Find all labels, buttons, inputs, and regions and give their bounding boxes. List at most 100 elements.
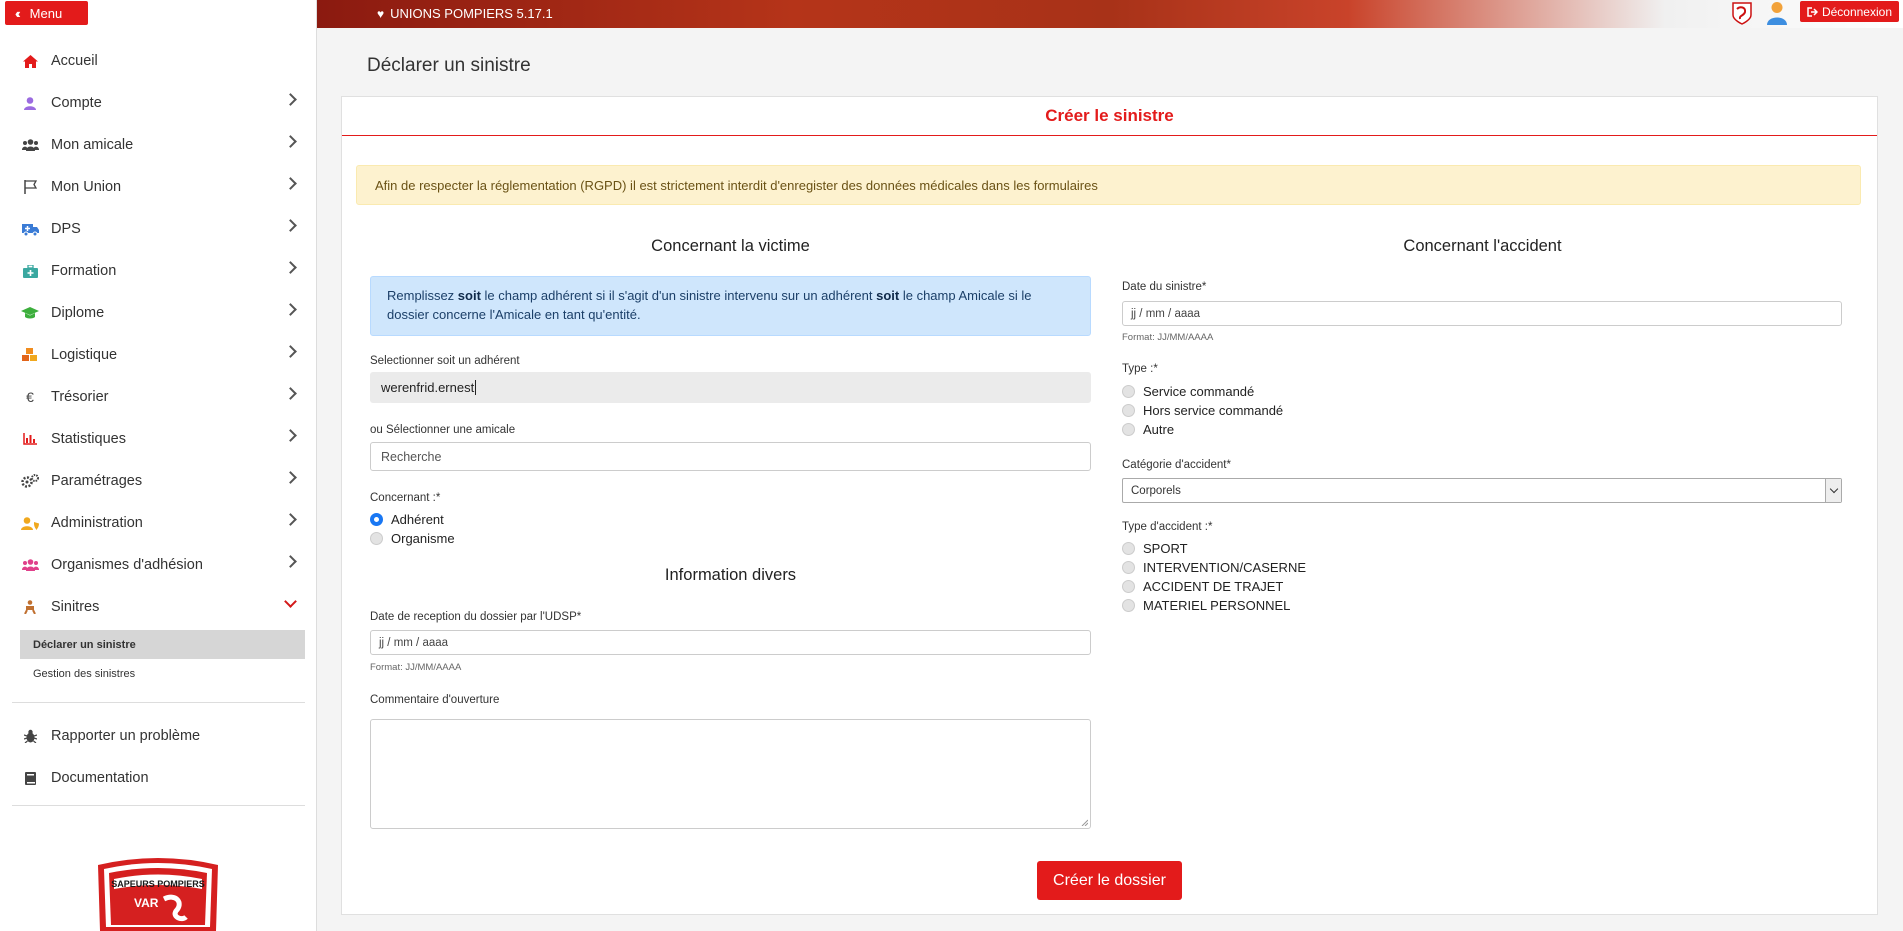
type-accident-radio-trajet[interactable]: ACCIDENT DE TRAJET: [1122, 577, 1283, 595]
sidebar-item-parametrages[interactable]: Paramétrages: [0, 460, 316, 502]
victim-section-title: Concernant la victime: [651, 237, 810, 255]
reception-date-input[interactable]: jj / mm / aaaa: [370, 630, 1091, 655]
create-dossier-button[interactable]: Créer le dossier: [1037, 861, 1182, 900]
bar-chart-icon: [21, 431, 39, 447]
radio-button[interactable]: [370, 512, 383, 526]
type-accident-radio-intervention[interactable]: INTERVENTION/CASERNE: [1122, 558, 1306, 576]
svg-text:VAR: VAR: [134, 896, 159, 910]
user-shield-icon: [21, 515, 39, 531]
sidebar-item-label: Paramétrages: [51, 473, 143, 489]
app-title: UNIONS POMPIERS 5.17.1: [390, 6, 553, 21]
flag-icon: [21, 179, 39, 195]
reception-date-hint: Format: JJ/MM/AAAA: [370, 662, 462, 673]
sidebar-item-accueil[interactable]: Accueil: [0, 40, 316, 82]
sign-out-icon: [1807, 6, 1818, 17]
info-emphasis: soit: [457, 288, 481, 303]
svg-text:SAPEURS POMPIERS: SAPEURS POMPIERS: [111, 879, 205, 889]
sidebar-item-tresorier[interactable]: € Trésorier: [0, 376, 316, 418]
type-radio-service-commande[interactable]: Service commandé: [1122, 382, 1254, 400]
sapeurs-pompiers-var-logo: SAPEURS POMPIERS VAR: [92, 855, 224, 931]
radio-button[interactable]: [1122, 598, 1135, 612]
sidebar-item-rapporter-probleme[interactable]: Rapporter un problème: [0, 715, 316, 757]
concernant-radio-organisme[interactable]: Organisme: [370, 529, 455, 547]
radio-label: Autre: [1143, 421, 1175, 437]
commentaire-label: Commentaire d'ouverture: [370, 694, 500, 706]
chevron-down-icon: [284, 595, 297, 608]
radio-label: Adhérent: [391, 511, 444, 527]
sidebar-item-logistique[interactable]: Logistique: [0, 334, 316, 376]
categorie-selected-value: Corporels: [1131, 484, 1181, 497]
radio-button[interactable]: [1122, 384, 1135, 398]
chevron-right-icon: [284, 261, 297, 274]
radio-label: SPORT: [1143, 540, 1188, 556]
sidebar-item-compte[interactable]: Compte: [0, 82, 316, 124]
sidebar-divider: [12, 702, 305, 703]
sidebar-item-label: Rapporter un problème: [51, 728, 201, 744]
adherent-value: werenfrid.ernest: [381, 380, 475, 395]
radio-button[interactable]: [1122, 422, 1135, 436]
resize-handle-icon[interactable]: [1080, 818, 1088, 826]
sidebar-subitem-gestion-sinistres[interactable]: Gestion des sinistres: [20, 659, 305, 688]
home-icon: [21, 53, 39, 69]
info-text: Remplissez: [387, 288, 458, 303]
adherent-input[interactable]: werenfrid.ernest: [370, 372, 1091, 403]
concernant-radio-adherent[interactable]: Adhérent: [370, 510, 444, 528]
sidebar-item-mon-amicale[interactable]: Mon amicale: [0, 124, 316, 166]
radio-button[interactable]: [1122, 403, 1135, 417]
concernant-label: Concernant :*: [370, 492, 441, 504]
sidebar-item-label: Mon amicale: [51, 137, 134, 153]
menu-toggle-button[interactable]: ‹‹ Menu: [5, 1, 88, 25]
ambulance-icon: [21, 221, 39, 237]
accident-section-title: Concernant l'accident: [1403, 237, 1562, 255]
sidebar-item-label: DPS: [51, 221, 81, 237]
chevron-right-icon: [284, 429, 297, 442]
rgpd-warning-alert: Afin de respecter la réglementation (RGP…: [356, 165, 1861, 205]
date-sinistre-input[interactable]: jj / mm / aaaa: [1122, 301, 1842, 326]
type-label: Type :*: [1122, 363, 1158, 375]
book-icon: [21, 770, 39, 786]
amicale-search-input[interactable]: Recherche: [370, 442, 1091, 471]
sidebar-item-sinitres[interactable]: Sinitres: [0, 586, 316, 628]
sidebar-item-organismes[interactable]: Organismes d'adhésion: [0, 544, 316, 586]
euro-icon: €: [26, 389, 34, 405]
chevron-down-icon[interactable]: [1825, 479, 1841, 502]
card-header: Créer le sinistre: [342, 97, 1877, 136]
radio-button[interactable]: [1122, 560, 1135, 574]
radio-label: MATERIEL PERSONNEL: [1143, 597, 1291, 613]
radio-label: INTERVENTION/CASERNE: [1143, 559, 1307, 575]
type-radio-autre[interactable]: Autre: [1122, 420, 1174, 438]
radio-button[interactable]: [1122, 541, 1135, 555]
categorie-label: Catégorie d'accident*: [1122, 459, 1231, 471]
sidebar-subitem-declarer-sinistre[interactable]: Déclarer un sinistre: [20, 630, 305, 659]
categorie-select[interactable]: Corporels: [1122, 478, 1842, 503]
sidebar-nav: Accueil Compte Mon amicale Mon Union DPS…: [0, 40, 316, 806]
chevron-right-icon: [284, 513, 297, 526]
bug-icon: [21, 728, 39, 744]
commentaire-textarea[interactable]: [370, 719, 1091, 829]
sidebar-item-documentation[interactable]: Documentation: [0, 757, 316, 799]
chevron-right-icon: [284, 387, 297, 400]
type-radio-hors-service[interactable]: Hors service commandé: [1122, 401, 1283, 419]
chevron-right-icon: [284, 303, 297, 316]
sidebar-divider: [12, 805, 305, 806]
chevron-right-icon: [284, 555, 297, 568]
sidebar-item-label: Diplome: [51, 305, 105, 321]
logout-button[interactable]: Déconnexion: [1799, 1, 1899, 22]
sidebar-item-label: Accueil: [51, 53, 98, 69]
sidebar-item-administration[interactable]: Administration: [0, 502, 316, 544]
type-accident-radio-materiel[interactable]: MATERIEL PERSONNEL: [1122, 596, 1290, 614]
radio-button[interactable]: [370, 531, 383, 545]
page-title: Déclarer un sinistre: [367, 55, 531, 76]
radio-button[interactable]: [1122, 579, 1135, 593]
sidebar-item-label: Logistique: [51, 347, 118, 363]
sidebar-item-diplome[interactable]: Diplome: [0, 292, 316, 334]
user-avatar-icon[interactable]: [1766, 1, 1788, 28]
sidebar-item-statistiques[interactable]: Statistiques: [0, 418, 316, 460]
union-shield-icon[interactable]: [1732, 1, 1752, 28]
sidebar-item-label: Formation: [51, 263, 117, 279]
sidebar-item-mon-union[interactable]: Mon Union: [0, 166, 316, 208]
user-icon: [21, 95, 39, 111]
type-accident-radio-sport[interactable]: SPORT: [1122, 539, 1188, 557]
sidebar-item-dps[interactable]: DPS: [0, 208, 316, 250]
sidebar-item-formation[interactable]: Formation: [0, 250, 316, 292]
